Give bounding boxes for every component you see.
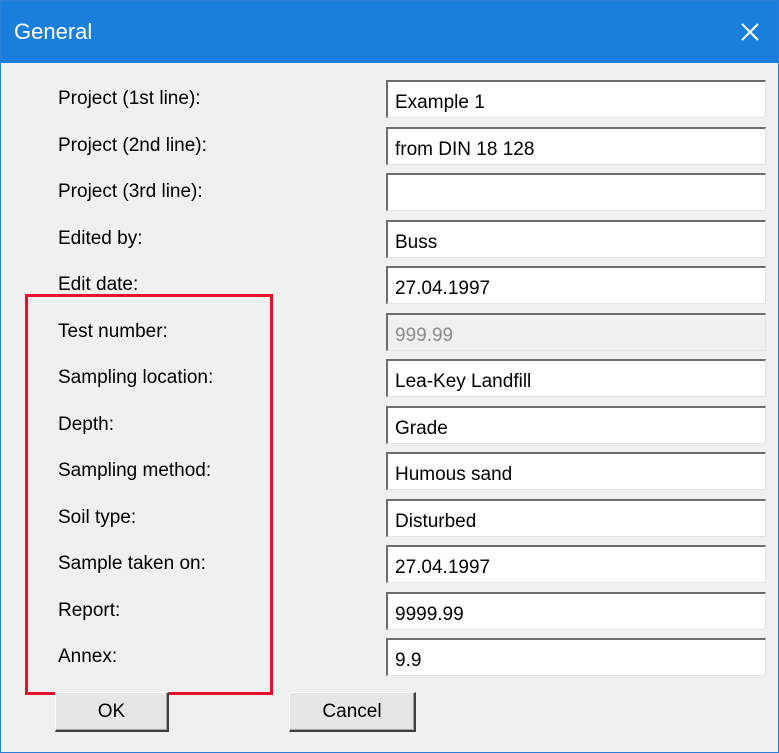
label-project-3rd-line: Project (3rd line): (58, 181, 203, 202)
sampling-method-field[interactable] (386, 452, 766, 490)
label-edit-date: Edit date: (58, 274, 139, 295)
close-icon (741, 23, 759, 41)
label-annex: Annex: (58, 646, 118, 667)
project-3rd-line-field[interactable] (386, 173, 766, 211)
report-field[interactable] (386, 592, 766, 630)
label-depth: Depth: (58, 414, 114, 435)
project-2nd-line-field[interactable] (386, 127, 766, 165)
label-soil-type: Soil type: (58, 507, 137, 528)
sampling-location-field[interactable] (386, 359, 766, 397)
label-edited-by: Edited by: (58, 228, 143, 249)
label-sampling-method: Sampling method: (58, 460, 212, 481)
label-sample-taken-on: Sample taken on: (58, 553, 206, 574)
sample-taken-on-field[interactable] (386, 545, 766, 583)
edit-date-field[interactable] (386, 266, 766, 304)
cancel-button[interactable]: Cancel (289, 692, 416, 732)
soil-type-field[interactable] (386, 499, 766, 537)
window-title: General (14, 19, 93, 44)
close-button[interactable] (722, 1, 778, 63)
label-sampling-location: Sampling location: (58, 367, 214, 388)
label-report: Report: (58, 600, 121, 621)
label-project-1st-line: Project (1st line): (58, 88, 201, 109)
label-test-number: Test number: (58, 321, 168, 342)
project-1st-line-field[interactable] (386, 80, 766, 118)
ok-button[interactable]: OK (55, 692, 169, 732)
title-bar: General (1, 1, 778, 63)
highlight-box (25, 294, 273, 695)
edited-by-field[interactable] (386, 220, 766, 258)
annex-field[interactable] (386, 638, 766, 676)
general-dialog: General Project (1st line): Project (2nd… (0, 0, 779, 753)
test-number-field (386, 313, 766, 351)
depth-field[interactable] (386, 406, 766, 444)
label-project-2nd-line: Project (2nd line): (58, 135, 207, 156)
